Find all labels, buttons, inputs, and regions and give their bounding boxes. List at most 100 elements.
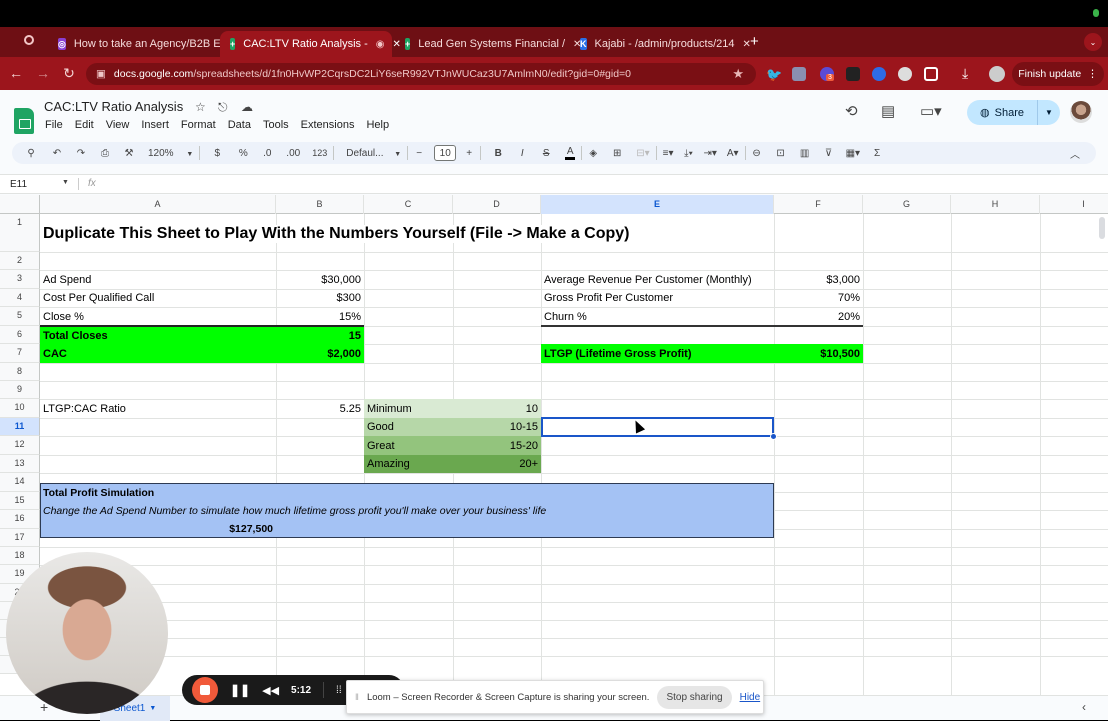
column-header-g[interactable]: G	[863, 195, 951, 214]
row-header[interactable]: 12	[0, 436, 40, 455]
insert-chart-icon[interactable]: ▥	[800, 148, 810, 159]
move-icon[interactable]: ⎋	[218, 100, 228, 115]
share-button[interactable]: ◍ Share ▼	[967, 100, 1060, 125]
filter-icon[interactable]: ⊽	[824, 148, 834, 159]
merge-cells-icon[interactable]: ⊟▾	[636, 148, 649, 159]
ltgp-value[interactable]: $10,500	[774, 344, 863, 363]
print-icon[interactable]: ⎙	[100, 148, 110, 159]
reload-button[interactable]: ↻	[60, 65, 78, 82]
hide-banner-link[interactable]: Hide	[740, 692, 761, 703]
menu-file[interactable]: File	[44, 118, 69, 132]
column-header-c[interactable]: C	[364, 195, 453, 214]
bookmark-star-icon[interactable]: ★	[732, 66, 744, 82]
extensions-puzzle-icon[interactable]	[924, 67, 938, 81]
row-header[interactable]: 5	[0, 307, 40, 326]
redo-icon[interactable]: ↷	[76, 148, 86, 159]
row-header[interactable]: 17	[0, 529, 40, 547]
browser-tab[interactable]: K Kajabi - /admin/products/214 ✕	[570, 31, 751, 57]
insert-link-icon[interactable]: ⊖	[752, 148, 762, 159]
benchmark-label[interactable]: Great	[364, 436, 453, 455]
text-color-button[interactable]: A	[565, 146, 576, 160]
restart-button[interactable]: ◀◀	[262, 684, 279, 697]
pause-button[interactable]: ❚❚	[230, 683, 250, 697]
sheets-logo-icon[interactable]	[14, 108, 34, 134]
sheet-title-cell[interactable]: Duplicate This Sheet to Play With the Nu…	[40, 225, 636, 243]
menu-edit[interactable]: Edit	[69, 118, 100, 132]
benchmark-label[interactable]: Minimum	[364, 399, 453, 418]
explore-collapse-icon[interactable]: ‹	[1082, 700, 1086, 714]
ltgp-label[interactable]: LTGP (Lifetime Gross Profit)	[541, 344, 774, 363]
menu-tools[interactable]: Tools	[257, 118, 295, 132]
select-all-corner[interactable]	[0, 195, 40, 214]
menu-format[interactable]: Format	[175, 118, 222, 132]
name-box[interactable]: E11	[10, 179, 27, 190]
row-header[interactable]: 10	[0, 399, 40, 418]
row-header[interactable]: 16	[0, 510, 40, 529]
gross-profit-label[interactable]: Gross Profit Per Customer	[541, 289, 774, 307]
borders-icon[interactable]: ⊞	[612, 148, 622, 159]
selected-cell-e11[interactable]	[541, 417, 774, 437]
url-bar[interactable]: ▣ docs.google.com/spreadsheets/d/1fn0HvW…	[86, 63, 756, 85]
browser-tab-active[interactable]: + CAC:LTV Ratio Analysis - ◉ ✕	[220, 31, 401, 57]
formula-input[interactable]	[110, 179, 1090, 191]
drawing-tools-icon[interactable]: ⁞⁞	[336, 685, 342, 696]
star-icon[interactable]: ☆	[195, 100, 206, 114]
total-closes-label[interactable]: Total Closes	[40, 327, 276, 344]
column-header-h[interactable]: H	[951, 195, 1040, 214]
row-header[interactable]: 14	[0, 473, 40, 492]
cost-per-call-label[interactable]: Cost Per Qualified Call	[40, 289, 276, 307]
currency-format-button[interactable]: $	[212, 148, 222, 159]
increase-font-size-button[interactable]: +	[464, 148, 474, 159]
vertical-scrollbar[interactable]	[1099, 217, 1105, 239]
extension-icon[interactable]	[898, 67, 912, 81]
ratio-label[interactable]: LTGP:CAC Ratio	[40, 399, 276, 418]
cac-value[interactable]: $2,000	[276, 344, 364, 363]
zoom-select[interactable]: 120% ▼	[148, 148, 193, 159]
row-header[interactable]: 1	[0, 214, 40, 252]
row-header[interactable]: 13	[0, 455, 40, 473]
churn-value[interactable]: 20%	[774, 307, 863, 326]
decrease-decimal-button[interactable]: .0	[262, 148, 272, 159]
stop-recording-button[interactable]	[192, 677, 218, 703]
row-header[interactable]: 7	[0, 344, 40, 363]
vertical-align-icon[interactable]: ⤓▾	[683, 148, 693, 159]
name-box-dropdown-icon[interactable]: ▼	[62, 179, 69, 186]
row-header[interactable]: 3	[0, 270, 40, 289]
fill-handle[interactable]	[770, 433, 777, 440]
increase-decimal-button[interactable]: .00	[286, 148, 300, 159]
total-closes-value[interactable]: 15	[276, 327, 364, 344]
menu-help[interactable]: Help	[360, 118, 395, 132]
new-tab-button[interactable]: +	[750, 33, 759, 50]
italic-button[interactable]: I	[517, 148, 527, 159]
loom-camera-bubble[interactable]	[6, 552, 168, 714]
stop-sharing-button[interactable]: Stop sharing	[657, 685, 732, 709]
row-header[interactable]: 8	[0, 363, 40, 381]
close-rate-value[interactable]: 15%	[276, 307, 364, 326]
column-header-d[interactable]: D	[453, 195, 541, 214]
simulation-value[interactable]: $127,500	[40, 519, 276, 538]
menu-view[interactable]: View	[100, 118, 136, 132]
twitter-extension-icon[interactable]: 🐦	[766, 67, 782, 82]
search-menus-icon[interactable]: ⚲	[26, 148, 36, 159]
download-icon[interactable]: ⤓	[962, 65, 968, 82]
horizontal-align-icon[interactable]: ≡▾	[663, 148, 674, 159]
benchmark-value[interactable]: 20+	[453, 455, 541, 473]
account-avatar[interactable]	[1070, 101, 1092, 123]
site-info-icon[interactable]: ▣	[96, 68, 106, 80]
browser-tab[interactable]: ◎ How to take an Agency/B2B E ✕	[48, 31, 237, 57]
column-header-e[interactable]: E	[541, 195, 774, 214]
decrease-font-size-button[interactable]: −	[414, 148, 424, 159]
document-title[interactable]: CAC:LTV Ratio Analysis	[44, 99, 183, 114]
cloud-status-icon[interactable]: ☁	[241, 100, 253, 114]
ad-spend-value[interactable]: $30,000	[276, 270, 364, 289]
drag-handle-icon[interactable]: ‖	[355, 692, 359, 703]
column-header-i[interactable]: I	[1040, 195, 1108, 214]
column-header-b[interactable]: B	[276, 195, 364, 214]
meet-icon[interactable]: ▭▾	[920, 102, 942, 120]
cost-per-call-value[interactable]: $300	[276, 289, 364, 307]
text-wrapping-icon[interactable]: ⇥▾	[703, 148, 716, 159]
insert-comment-icon[interactable]: ⊡	[776, 148, 786, 159]
menu-data[interactable]: Data	[222, 118, 257, 132]
row-header[interactable]: 6	[0, 326, 40, 344]
font-select[interactable]: Defaul... ▼	[346, 148, 401, 159]
